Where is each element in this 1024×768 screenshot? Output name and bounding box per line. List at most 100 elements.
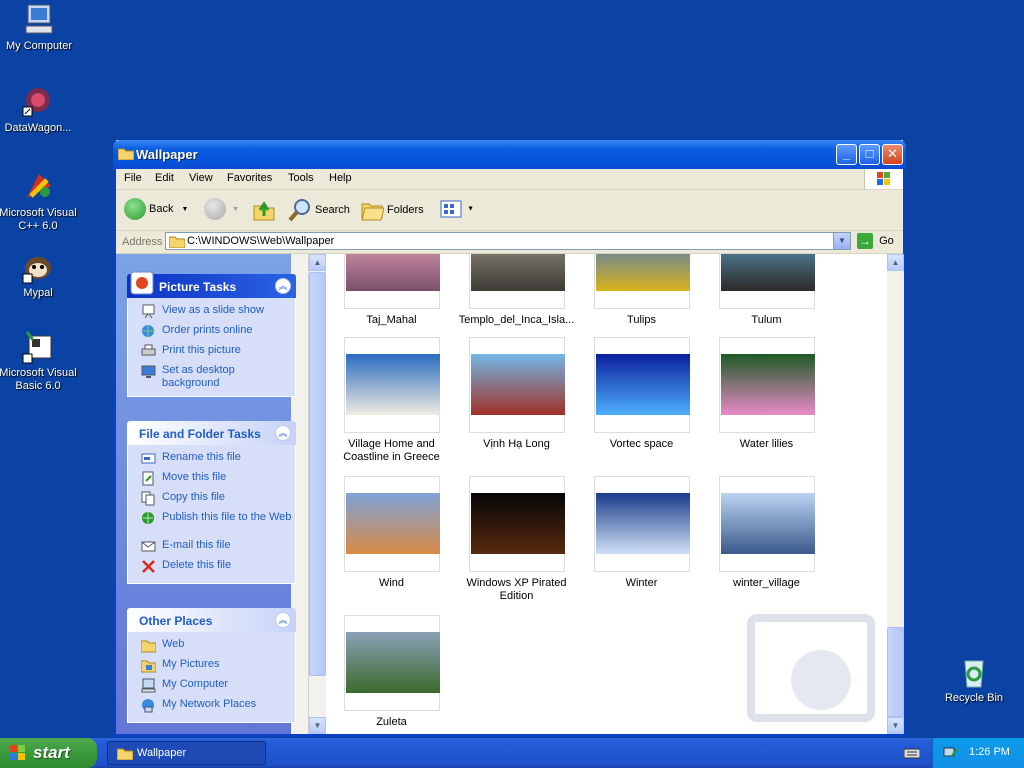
file-name: Windows XP Pirated Edition [466,577,567,602]
file-thumbnail-frame [718,337,815,433]
desktop-icon-label: DataWagon... [4,122,72,134]
file-thumbnail [470,493,565,554]
file-thumbnail [720,254,815,291]
task-view-slide-show[interactable]: View as a slide show [128,304,295,324]
window-title: Wallpaper [136,147,198,162]
desktop-icon-visual-basic[interactable]: Microsoft Visual Basic 6.0 [0,330,78,393]
network-tray-icon[interactable] [943,745,959,761]
forward-dropdown-icon[interactable]: ▼ [232,206,239,213]
forward-button[interactable]: ▼ [204,198,239,222]
file-name: Templo_del_Inca_Isla... [458,314,575,326]
search-button[interactable]: Search [288,198,350,222]
close-button[interactable]: ✕ [882,144,903,165]
keyboard-icon[interactable] [904,747,920,759]
my-computer-icon [141,678,156,693]
menu-favorites[interactable]: Favorites [227,172,272,184]
file-tile[interactable]: Winter [579,476,704,590]
file-tile[interactable]: Vịnh Hạ Long [454,337,579,451]
windows-flag-icon [10,745,25,760]
system-tray: 1:26 PM [932,738,1024,768]
address-bar: Address C:\WINDOWS\Web\Wallpaper ▼ → Go [116,231,903,254]
file-tile[interactable]: Tulum [704,254,829,327]
file-thumbnail-frame [593,337,690,433]
right-scrollbar[interactable]: ▲ ▼ [887,254,904,734]
desktop-icon-my-computer[interactable]: My Computer [0,3,79,53]
file-tile[interactable]: Village Home and Coastline in Greece [329,337,454,464]
file-tile[interactable]: Templo_del_Inca_Isla... [454,254,579,327]
folder-icon [169,236,185,248]
task-publish-file[interactable]: Publish this file to the Web [128,511,295,539]
task-set-desktop-background[interactable]: Set as desktop background [128,364,295,392]
desktop-icon-visual-cpp[interactable]: Microsoft Visual C++ 6.0 [0,170,78,233]
file-tile[interactable]: Wind [329,476,454,590]
file-thumbnail-frame [718,254,815,309]
task-email-file[interactable]: E-mail this file [128,539,295,559]
go-button[interactable]: → Go [857,233,894,249]
place-web[interactable]: Web [128,638,295,658]
scroll-thumb[interactable] [887,627,904,717]
file-tile[interactable]: Vortec space [579,337,704,451]
title-bar[interactable]: Wallpaper _ □ ✕ [113,140,906,169]
windows-logo-icon [864,169,903,189]
minimize-button[interactable]: _ [836,144,857,165]
collapse-chevron-icon[interactable]: ︽ [275,278,291,294]
left-scrollbar[interactable]: ▲ ▼ [309,254,326,734]
views-dropdown-icon[interactable]: ▼ [467,206,474,213]
taskbar-window-wallpaper[interactable]: Wallpaper [107,741,266,765]
file-thumbnail [345,254,440,291]
desktop-icon-recycle-bin[interactable]: Recycle Bin [934,655,1014,705]
recycle-bin-icon [957,655,991,689]
folders-button[interactable]: Folders [360,198,424,222]
rename-icon [141,453,156,464]
file-tile[interactable]: Tulips [579,254,704,327]
task-copy-file[interactable]: Copy this file [128,491,295,511]
scroll-up-icon[interactable]: ▲ [309,254,326,271]
back-dropdown-icon[interactable]: ▼ [182,206,189,213]
file-tile[interactable]: Water lilies [704,337,829,451]
picture-tasks-header[interactable]: Picture Tasks ︽ [127,271,296,298]
menu-edit[interactable]: Edit [155,172,174,184]
task-print-picture[interactable]: Print this picture [128,344,295,364]
task-rename-file[interactable]: Rename this file [128,451,295,471]
address-dropdown-icon[interactable]: ▼ [833,233,850,249]
desktop-icon-datawagon[interactable]: DataWagon... [0,85,78,135]
other-places-header[interactable]: Other Places ︽ [127,608,296,632]
start-button[interactable]: start [0,738,97,768]
menu-tools[interactable]: Tools [288,172,314,184]
up-folder-icon [253,201,275,221]
views-icon [440,200,462,218]
file-folder-tasks-header[interactable]: File and Folder Tasks ︽ [127,421,296,445]
scroll-up-icon[interactable]: ▲ [887,254,904,271]
place-my-computer[interactable]: My Computer [128,678,295,698]
scroll-down-icon[interactable]: ▼ [309,717,326,734]
task-delete-file[interactable]: Delete this file [128,559,295,579]
file-tile[interactable]: Windows XP Pirated Edition [454,476,579,603]
place-my-network-places[interactable]: My Network Places [128,698,295,718]
address-input[interactable]: C:\WINDOWS\Web\Wallpaper ▼ [165,232,851,250]
desktop-icon-mypal[interactable]: Mypal [0,250,78,300]
collapse-chevron-icon[interactable]: ︽ [275,425,291,441]
maximize-button[interactable]: □ [859,144,880,165]
file-tile[interactable]: Zuleta [329,615,454,729]
views-button[interactable]: ▼ [440,198,474,222]
clock[interactable]: 1:26 PM [969,746,1010,758]
file-name: Tulips [627,314,656,326]
file-name: Water lilies [739,438,794,450]
back-button[interactable]: Back ▼ [124,198,188,222]
menu-file[interactable]: File [124,172,142,184]
task-move-file[interactable]: Move this file [128,471,295,491]
file-thumbnail-frame [468,337,565,433]
collapse-chevron-icon[interactable]: ︽ [275,612,291,628]
up-folder-button[interactable] [252,198,276,222]
file-name: winter_village [733,577,800,589]
place-my-pictures[interactable]: My Pictures [128,658,295,678]
task-order-prints[interactable]: Order prints online [128,324,295,344]
file-tile[interactable]: winter_village [704,476,829,590]
scroll-down-icon[interactable]: ▼ [887,717,904,734]
file-tile[interactable]: Taj_Mahal [329,254,454,327]
my-computer-icon [22,3,56,37]
desktop-icon-label: Mypal [23,287,53,299]
menu-help[interactable]: Help [329,172,352,184]
menu-view[interactable]: View [189,172,213,184]
scroll-thumb[interactable] [309,272,326,676]
